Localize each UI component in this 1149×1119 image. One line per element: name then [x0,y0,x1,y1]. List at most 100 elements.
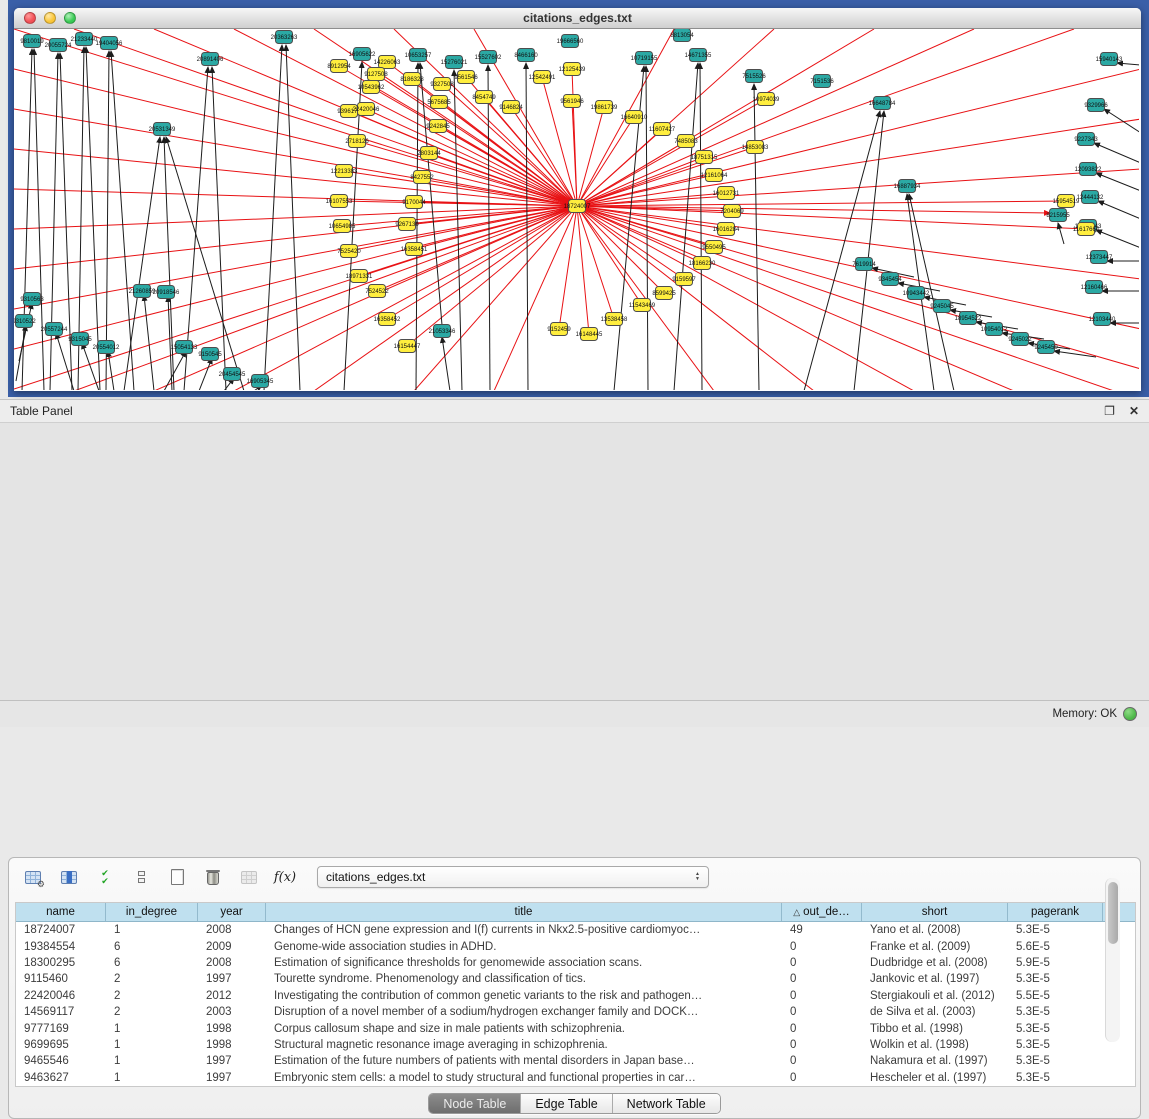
table-selector-dropdown[interactable]: citations_edges.txt ▲▼ [317,866,709,888]
cited-node[interactable]: 9561546 [454,71,478,84]
network-node[interactable]: 12160466 [1081,281,1108,294]
column-header-year[interactable]: year [198,903,266,921]
cited-node[interactable]: 8186328 [400,73,424,86]
cited-node[interactable]: 9327508 [430,78,454,91]
network-node[interactable]: 16905345 [247,375,274,388]
column-header-pagerank[interactable]: pagerank [1008,903,1103,921]
cited-node[interactable]: 9550495 [702,241,726,254]
network-window-titlebar[interactable]: citations_edges.txt [14,8,1141,29]
network-node[interactable]: 20557244 [41,323,68,336]
network-node[interactable]: 10719155 [631,52,658,65]
cited-node[interactable]: 11607427 [649,123,676,136]
cited-node[interactable]: 12125439 [559,63,586,76]
cited-node[interactable]: 9242845 [426,120,450,133]
cited-node[interactable]: 8427552 [410,171,434,184]
network-node[interactable]: 9310563 [20,293,44,306]
cited-node[interactable]: 9267130 [395,218,419,231]
cited-node[interactable]: 16358452 [374,313,401,326]
network-node[interactable]: 9329966 [1084,99,1108,112]
delete-table-button[interactable] [201,865,225,889]
cited-node[interactable]: 9159597 [672,273,696,286]
column-header-title[interactable]: title [266,903,782,921]
close-window-icon[interactable] [24,12,36,24]
cited-node[interactable]: 16107553 [326,195,353,208]
network-node[interactable]: 20531349 [149,123,176,136]
network-node[interactable]: 20891406 [197,53,224,66]
cited-node[interactable]: 2803144 [417,147,441,160]
network-node[interactable]: 12373447 [1086,251,1113,264]
scrollbar-thumb[interactable] [1108,882,1118,944]
network-node[interactable]: 21233440 [71,33,98,46]
column-header-short[interactable]: short [862,903,1008,921]
network-node[interactable]: 16648784 [869,97,896,110]
cited-node[interactable]: 14853083 [742,141,769,154]
cited-node[interactable]: 5675685 [427,96,451,109]
close-panel-icon[interactable]: ✕ [1129,404,1139,418]
column-header-name[interactable]: name [16,903,106,921]
table-row[interactable]: 2242004622012Investigating the contribut… [16,988,1135,1004]
cited-node[interactable]: 8454749 [472,91,496,104]
table-scrollbar[interactable] [1105,878,1120,1042]
network-node[interactable]: 10653257 [405,49,432,62]
cited-node[interactable]: 9152459 [547,323,571,336]
network-node[interactable]: 7515526 [742,70,766,83]
table-row[interactable]: 1938455462009Genome-wide association stu… [16,938,1135,954]
cited-node[interactable]: 7525420 [337,245,361,258]
show-columns-button[interactable] [57,865,81,889]
new-table-button[interactable] [165,865,189,889]
citation-network-graph[interactable]: 9810019200557242123344019404056205313492… [14,29,1139,390]
network-node[interactable]: 16887934 [894,180,921,193]
network-node[interactable]: 20454545 [219,368,246,381]
table-row[interactable]: 911546021997Tourette syndrome. Phenomeno… [16,971,1135,987]
cited-node[interactable]: 9127508 [364,68,388,81]
cited-node[interactable]: 8912954 [327,60,351,73]
zoom-window-icon[interactable] [64,12,76,24]
cited-node[interactable]: 12542491 [529,71,556,84]
network-node[interactable]: 19666560 [557,35,584,48]
select-all-columns-button[interactable]: ✔✔ [93,865,117,889]
network-node[interactable]: 9310522 [14,315,36,328]
network-node[interactable]: 8466160 [514,49,538,62]
table-row[interactable]: 977716911998Corpus callosum shape and si… [16,1020,1135,1036]
minimize-window-icon[interactable] [44,12,56,24]
table-row[interactable]: 1872400712008Changes of HCN gene express… [16,922,1135,938]
cited-node[interactable]: 10974039 [753,93,780,106]
network-node[interactable]: 7151536 [810,75,834,88]
cited-node[interactable]: 7204069 [720,205,744,218]
cited-node[interactable]: 2718126 [345,135,369,148]
network-node[interactable]: 20363263 [271,31,298,44]
network-node[interactable]: 16905622 [349,48,376,61]
network-node[interactable]: 9227343 [1074,133,1098,146]
network-node[interactable]: 9245045 [930,300,954,313]
network-node[interactable]: 20554012 [93,341,120,354]
network-node[interactable]: 15527602 [475,51,502,64]
cited-node[interactable]: 14226063 [374,56,401,69]
network-node[interactable]: 9810019 [20,35,44,48]
network-node[interactable]: 9245022 [1008,333,1032,346]
network-canvas[interactable]: 9810019200557242123344019404056205313492… [14,29,1141,391]
table-row[interactable]: 946362711997Embryonic stem cells: a mode… [16,1070,1135,1086]
table-row[interactable]: 1830029562008Estimation of significance … [16,955,1135,971]
column-header-out_de[interactable]: △out_de… [782,903,862,921]
network-node[interactable]: 7619914 [852,258,876,271]
cited-node[interactable]: 7524522 [365,285,389,298]
cited-node[interactable]: 12213383 [331,165,358,178]
cited-node[interactable]: 7485083 [674,135,698,148]
cited-node[interactable]: 10543962 [358,81,385,94]
cited-node[interactable]: 9146824 [499,101,523,114]
tab-edge-table[interactable]: Edge Table [521,1094,612,1113]
table-row[interactable]: 969969511998Structural magnetic resonanc… [16,1037,1135,1053]
tab-node-table[interactable]: Node Table [429,1094,521,1113]
cited-node[interactable]: 19861739 [591,101,618,114]
network-node[interactable]: 9150545 [198,348,222,361]
network-node[interactable]: 14671355 [685,49,712,62]
row-height-button[interactable] [129,865,153,889]
network-node[interactable]: 9315045 [68,333,92,346]
cited-node[interactable]: 16154447 [394,340,421,353]
cited-node[interactable]: 13538458 [601,313,628,326]
network-window[interactable]: citations_edges.txt 98100192005572421233… [14,8,1141,391]
network-node[interactable]: 9345454 [878,273,902,286]
cited-node[interactable]: 9561946 [560,95,584,108]
network-node[interactable]: 12103440 [1089,313,1116,326]
cited-node[interactable]: 10654985 [329,220,356,233]
